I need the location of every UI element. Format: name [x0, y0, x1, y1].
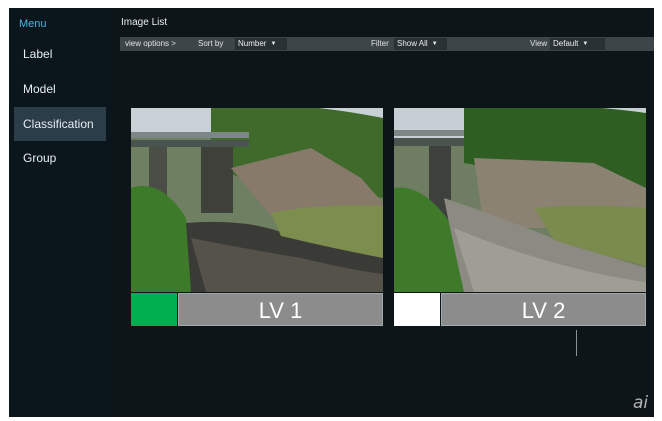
sidebar: Menu Label Model Classification Group	[9, 8, 112, 417]
view-select[interactable]: Default ▼	[550, 38, 605, 50]
app-window: Menu Label Model Classification Group Im…	[9, 8, 654, 417]
view-label: View	[530, 39, 548, 48]
view-options-link[interactable]: view options >	[125, 37, 176, 51]
level-color-swatch	[131, 293, 177, 326]
filter-label: Filter	[371, 39, 389, 48]
watermark-logo: ai	[633, 393, 649, 413]
sidebar-item-group[interactable]: Group	[14, 141, 106, 175]
image-card[interactable]: LV 2	[394, 108, 646, 326]
chevron-down-icon: ▼	[270, 41, 277, 47]
divider	[576, 330, 577, 356]
sidebar-item-model[interactable]: Model	[14, 72, 106, 106]
level-color-swatch	[394, 293, 440, 326]
sidebar-item-label[interactable]: Label	[14, 37, 106, 71]
menu-title: Menu	[19, 18, 47, 30]
view-value: Default	[553, 39, 579, 48]
sort-by-select[interactable]: Number ▼	[235, 38, 287, 50]
filter-value: Show All	[397, 39, 428, 48]
chevron-down-icon: ▼	[582, 41, 589, 47]
sort-by-label: Sort by	[198, 39, 224, 48]
image-card[interactable]: LV 1	[131, 108, 383, 326]
river-photo[interactable]	[394, 108, 646, 292]
page-title: Image List	[121, 17, 168, 28]
level-label: LV 2	[441, 293, 646, 326]
chevron-down-icon: ▼	[431, 41, 438, 47]
sidebar-item-classification[interactable]: Classification	[14, 107, 106, 141]
level-label: LV 1	[178, 293, 383, 326]
toolbar: view options > Sort by Number ▼ Filter Sh…	[120, 37, 654, 51]
sort-by-value: Number	[238, 39, 267, 48]
filter-select[interactable]: Show All ▼	[394, 38, 447, 50]
river-photo[interactable]	[131, 108, 383, 292]
